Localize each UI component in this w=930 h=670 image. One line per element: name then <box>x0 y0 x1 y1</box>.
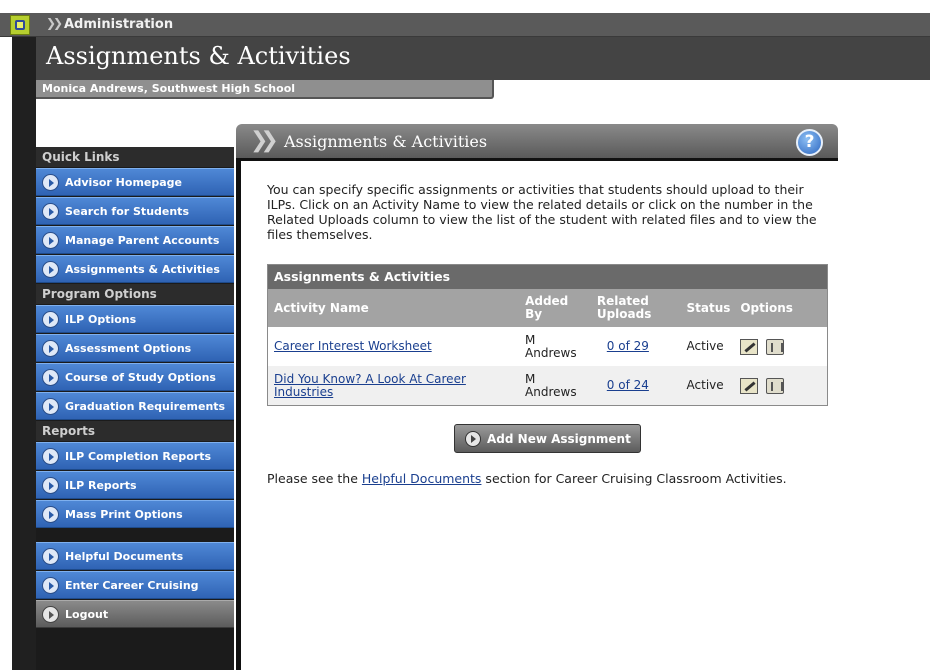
column-header-added-by: Added By <box>525 294 569 321</box>
add-new-assignment-button[interactable]: Add New Assignment <box>454 424 641 453</box>
help-icon[interactable]: ? <box>796 129 823 156</box>
table-header-row: Activity Name Added By Related Uploads S… <box>268 289 827 327</box>
intro-text: You can specify specific assignments or … <box>267 182 817 242</box>
sidebar-item-ilp-reports[interactable]: ILP Reports <box>36 471 234 499</box>
panel-left-border <box>236 161 241 670</box>
sidebar-item-ilp-options[interactable]: ILP Options <box>36 305 234 333</box>
sidebar-item-advisor-homepage[interactable]: Advisor Homepage <box>36 168 234 196</box>
sidebar-item-helpful-documents[interactable]: Helpful Documents <box>36 542 234 570</box>
panel-header: ❯❯ Assignments & Activities ? <box>236 124 838 161</box>
column-header-status: Status <box>686 300 731 315</box>
admin-bar: ❯❯ Administration <box>0 13 930 37</box>
admin-bar-title[interactable]: Administration <box>64 17 173 32</box>
added-by-cell: M Andrews <box>525 332 577 360</box>
column-header-related-uploads: Related Uploads <box>596 294 652 321</box>
arrow-right-icon <box>42 477 59 494</box>
arrow-right-icon <box>42 577 59 594</box>
column-header-activity-name: Activity Name <box>274 300 369 315</box>
arrow-right-icon <box>42 311 59 328</box>
arrow-right-icon <box>42 398 59 415</box>
page: ❯❯ Administration Assignments & Activiti… <box>0 0 930 670</box>
sidebar-item-enter-career-cruising[interactable]: Enter Career Cruising <box>36 571 234 599</box>
footnote: Please see the Helpful Documents section… <box>267 471 787 486</box>
double-chevron-icon: ❯❯ <box>250 128 279 153</box>
arrow-right-icon <box>42 174 59 191</box>
added-by-cell: M Andrews <box>525 371 577 399</box>
arrow-right-icon <box>42 261 59 278</box>
sidebar-item-ilp-completion-reports[interactable]: ILP Completion Reports <box>36 442 234 470</box>
sidebar-item-assignments-activities[interactable]: Assignments & Activities <box>36 255 234 283</box>
arrow-right-icon <box>465 431 481 447</box>
arrow-right-icon <box>42 232 59 249</box>
page-title: Assignments & Activities <box>46 42 351 70</box>
user-line: Monica Andrews, Southwest High School <box>42 82 296 95</box>
page-header: Assignments & Activities <box>36 37 930 80</box>
edit-icon[interactable] <box>740 338 759 355</box>
panel-title: Assignments & Activities <box>284 132 488 151</box>
arrow-right-icon <box>42 340 59 357</box>
arrow-right-icon <box>42 448 59 465</box>
sidebar: Quick Links Advisor Homepage Search for … <box>36 147 234 670</box>
app-icon[interactable] <box>10 15 30 35</box>
table-caption: Assignments & Activities <box>268 265 827 289</box>
trash-icon[interactable] <box>766 377 785 394</box>
arrow-right-icon <box>42 506 59 523</box>
double-chevron-icon: ❯❯ <box>46 16 63 30</box>
status-cell: Active <box>686 378 724 392</box>
arrow-right-icon <box>42 369 59 386</box>
table-row: Career Interest Worksheet M Andrews 0 of… <box>268 327 827 366</box>
activity-name-link[interactable]: Career Interest Worksheet <box>274 340 432 353</box>
column-header-options: Options <box>740 300 793 315</box>
sidebar-item-manage-parent-accounts[interactable]: Manage Parent Accounts <box>36 226 234 254</box>
helpful-documents-link[interactable]: Helpful Documents <box>362 471 482 486</box>
sidebar-heading-program-options: Program Options <box>36 284 234 304</box>
trash-icon[interactable] <box>766 338 785 355</box>
assignments-table: Assignments & Activities Activity Name A… <box>267 264 828 406</box>
related-uploads-link[interactable]: 0 of 24 <box>607 379 649 392</box>
sidebar-item-graduation-requirements[interactable]: Graduation Requirements <box>36 392 234 420</box>
activity-name-link[interactable]: Did You Know? A Look At Career Industrie… <box>274 372 519 399</box>
arrow-right-icon <box>42 548 59 565</box>
arrow-right-icon <box>42 606 59 623</box>
status-cell: Active <box>686 339 724 353</box>
sidebar-item-assessment-options[interactable]: Assessment Options <box>36 334 234 362</box>
sidebar-item-mass-print-options[interactable]: Mass Print Options <box>36 500 234 528</box>
logout-button[interactable]: Logout <box>36 600 234 628</box>
sidebar-item-search-for-students[interactable]: Search for Students <box>36 197 234 225</box>
related-uploads-link[interactable]: 0 of 29 <box>607 340 649 353</box>
user-bar: Monica Andrews, Southwest High School <box>36 80 494 99</box>
edit-icon[interactable] <box>740 377 759 394</box>
left-strip <box>12 37 36 670</box>
table-row: Did You Know? A Look At Career Industrie… <box>268 366 827 405</box>
sidebar-heading-quick-links: Quick Links <box>36 147 234 167</box>
arrow-right-icon <box>42 203 59 220</box>
sidebar-heading-reports: Reports <box>36 421 234 441</box>
sidebar-item-course-of-study-options[interactable]: Course of Study Options <box>36 363 234 391</box>
